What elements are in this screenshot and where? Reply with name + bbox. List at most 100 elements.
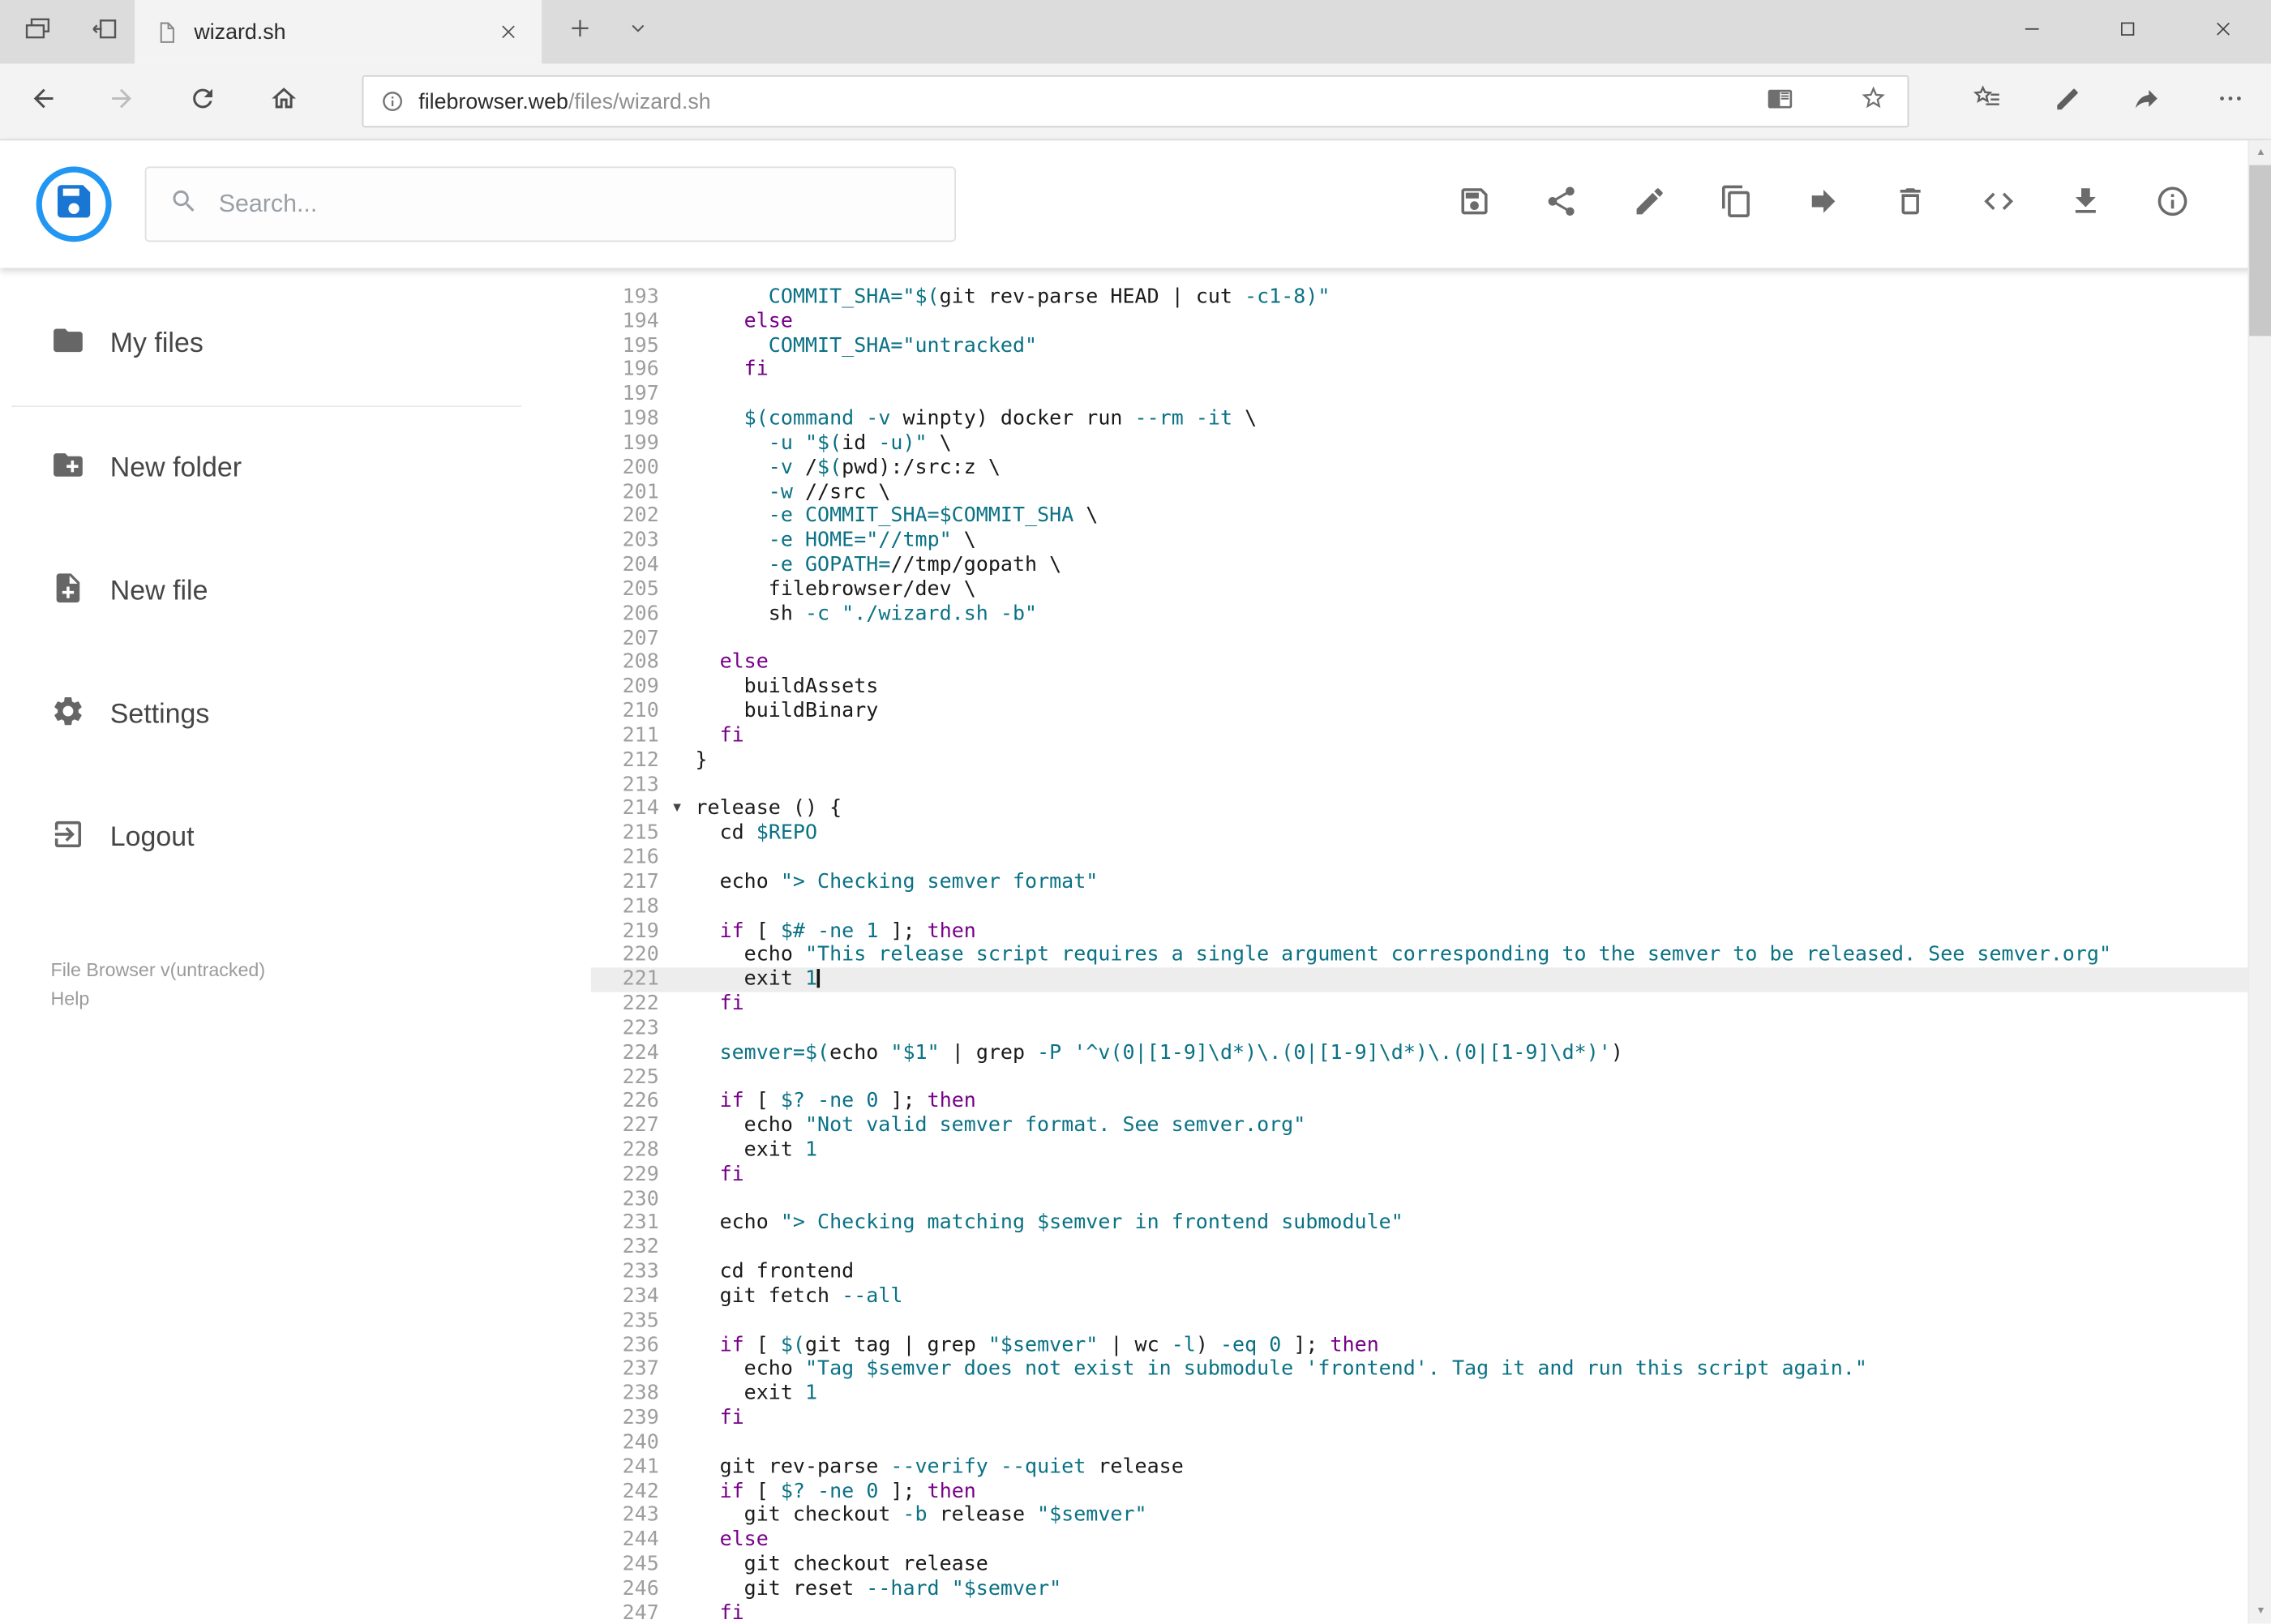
code-line[interactable]: 234 git fetch --all xyxy=(591,1284,2248,1309)
copy-button[interactable] xyxy=(1717,184,1755,223)
vertical-scrollbar[interactable]: ▲ ▼ xyxy=(2247,140,2271,1624)
home-button[interactable] xyxy=(255,64,312,141)
code-line[interactable]: 201 -w //src \ xyxy=(591,480,2248,504)
maximize-button[interactable] xyxy=(2080,0,2175,64)
scrollbar-thumb[interactable] xyxy=(2249,165,2271,336)
code-line[interactable]: 247 fi xyxy=(591,1601,2248,1624)
back-button[interactable] xyxy=(15,64,72,141)
code-line[interactable]: 242 if [ $? -ne 0 ]; then xyxy=(591,1480,2248,1504)
search-input[interactable] xyxy=(218,190,856,219)
code-line[interactable]: 202 -e COMMIT_SHA=$COMMIT_SHA \ xyxy=(591,504,2248,529)
code-line[interactable]: 230 xyxy=(591,1187,2248,1211)
sidebar-item-settings[interactable]: Settings xyxy=(0,653,580,777)
code-line[interactable]: 245 git checkout release xyxy=(591,1553,2248,1577)
code-line[interactable]: 239 fi xyxy=(591,1407,2248,1431)
code-line[interactable]: 215 cd $REPO xyxy=(591,821,2248,846)
search-box[interactable] xyxy=(144,166,956,242)
code-line[interactable]: 217 echo "> Checking semver format" xyxy=(591,870,2248,894)
code-line[interactable]: 205 filebrowser/dev \ xyxy=(591,578,2248,602)
code-line[interactable]: 199 -u "$(id -u)" \ xyxy=(591,431,2248,456)
close-button[interactable] xyxy=(2175,0,2271,64)
code-line[interactable]: 209 buildAssets xyxy=(591,675,2248,700)
code-line[interactable]: 238 exit 1 xyxy=(591,1382,2248,1407)
code-line[interactable]: 246 git reset --hard "$semver" xyxy=(591,1577,2248,1601)
code-line[interactable]: 207 xyxy=(591,627,2248,651)
code-line[interactable]: 225 xyxy=(591,1065,2248,1090)
code-line[interactable]: 206 sh -c "./wizard.sh -b" xyxy=(591,602,2248,627)
code-line[interactable]: 235 xyxy=(591,1309,2248,1333)
code-line[interactable]: 243 git checkout -b release "$semver" xyxy=(591,1504,2248,1528)
code-line[interactable]: 216 xyxy=(591,846,2248,870)
code-line[interactable]: 229 fi xyxy=(591,1163,2248,1187)
app-logo[interactable] xyxy=(36,166,112,242)
code-line[interactable]: 220 echo "This release script requires a… xyxy=(591,944,2248,968)
code-line[interactable]: 232 xyxy=(591,1236,2248,1260)
code-line[interactable]: 203 -e HOME="//tmp" \ xyxy=(591,529,2248,554)
tabs-set-aside-panel-button[interactable] xyxy=(15,9,61,55)
forward-button[interactable] xyxy=(92,64,150,141)
tab-list-button[interactable] xyxy=(614,9,660,55)
code-line[interactable]: 226 if [ $? -ne 0 ]; then xyxy=(591,1090,2248,1114)
sidebar-item-new-file[interactable]: New file xyxy=(0,530,580,653)
code-line[interactable]: 198 $(command -v winpty) docker run --rm… xyxy=(591,407,2248,431)
code-line[interactable]: 223 xyxy=(591,1017,2248,1041)
code-line[interactable]: 210 buildBinary xyxy=(591,700,2248,724)
tab-close-icon[interactable] xyxy=(490,13,527,50)
sidebar-item-my-files[interactable]: My files xyxy=(0,282,580,405)
fold-marker-icon[interactable]: ▼ xyxy=(659,797,696,821)
code-line[interactable]: 194 else xyxy=(591,310,2248,334)
download-button[interactable] xyxy=(2067,186,2104,223)
scroll-down-arrow[interactable]: ▼ xyxy=(2249,1600,2271,1624)
code-line[interactable]: 231 echo "> Checking matching $semver in… xyxy=(591,1211,2248,1236)
share-button[interactable] xyxy=(1543,186,1580,223)
reading-view-button[interactable] xyxy=(1767,85,1793,118)
hub-button[interactable] xyxy=(1958,64,2016,141)
add-favorite-button[interactable] xyxy=(1860,84,1888,119)
refresh-button[interactable] xyxy=(174,64,231,141)
code-line[interactable]: 236 if [ $(git tag | grep "$semver" | wc… xyxy=(591,1334,2248,1358)
code-editor[interactable]: 193 COMMIT_SHA="$(git rev-parse HEAD | c… xyxy=(590,268,2248,1624)
code-line[interactable]: 218 xyxy=(591,894,2248,919)
site-info-icon[interactable] xyxy=(381,90,405,114)
code-line[interactable]: 196 fi xyxy=(591,358,2248,383)
code-line[interactable]: 214 ▼ release () { xyxy=(591,797,2248,821)
new-tab-button[interactable] xyxy=(556,9,602,55)
code-line[interactable]: 219 if [ $# -ne 1 ]; then xyxy=(591,919,2248,944)
code-line[interactable]: 195 COMMIT_SHA="untracked" xyxy=(591,334,2248,358)
help-link[interactable]: Help xyxy=(51,985,266,1014)
info-button[interactable] xyxy=(2153,186,2191,223)
code-line[interactable]: 233 cd frontend xyxy=(591,1260,2248,1284)
share-page-button[interactable] xyxy=(2118,64,2175,141)
sidebar-item-logout[interactable]: Logout xyxy=(0,776,580,899)
web-note-button[interactable] xyxy=(2037,64,2095,141)
code-line[interactable]: 212} xyxy=(591,748,2248,773)
code-line[interactable]: 224 semver=$(echo "$1" | grep -P '^v(0|[… xyxy=(591,1041,2248,1065)
set-tabs-aside-button[interactable] xyxy=(81,9,127,55)
code-line[interactable]: 244 else xyxy=(591,1528,2248,1553)
code-button[interactable] xyxy=(1979,186,2016,223)
sidebar-item-new-folder[interactable]: New folder xyxy=(0,407,580,530)
code-line[interactable]: 213 xyxy=(591,773,2248,797)
code-line[interactable]: 208 else xyxy=(591,651,2248,675)
scroll-up-arrow[interactable]: ▲ xyxy=(2249,140,2271,165)
code-line[interactable]: 200 -v /$(pwd):/src:z \ xyxy=(591,456,2248,480)
delete-button[interactable] xyxy=(1892,186,1929,223)
minimize-button[interactable] xyxy=(1984,0,2080,64)
save-button[interactable] xyxy=(1455,186,1493,223)
address-bar[interactable]: filebrowser.web/files/wizard.sh xyxy=(362,75,1909,128)
code-line[interactable]: 228 exit 1 xyxy=(591,1138,2248,1163)
browser-tab[interactable]: wizard.sh xyxy=(135,0,542,64)
code-line[interactable]: 241 git rev-parse --verify --quiet relea… xyxy=(591,1455,2248,1480)
code-line[interactable]: 227 echo "Not valid semver format. See s… xyxy=(591,1114,2248,1138)
edit-button[interactable] xyxy=(1630,186,1668,223)
code-line[interactable]: 211 fi xyxy=(591,724,2248,748)
code-line[interactable]: 222 fi xyxy=(591,992,2248,1017)
code-line[interactable]: 197 xyxy=(591,383,2248,407)
move-button[interactable] xyxy=(1805,186,1842,223)
code-line[interactable]: 204 -e GOPATH=//tmp/gopath \ xyxy=(591,554,2248,578)
code-line[interactable]: 193 COMMIT_SHA="$(git rev-parse HEAD | c… xyxy=(591,285,2248,310)
code-line[interactable]: 221 exit 1 xyxy=(590,967,2248,992)
code-line[interactable]: 237 echo "Tag $semver does not exist in … xyxy=(591,1358,2248,1382)
more-menu-button[interactable] xyxy=(2201,64,2259,141)
code-line[interactable]: 240 xyxy=(591,1431,2248,1455)
